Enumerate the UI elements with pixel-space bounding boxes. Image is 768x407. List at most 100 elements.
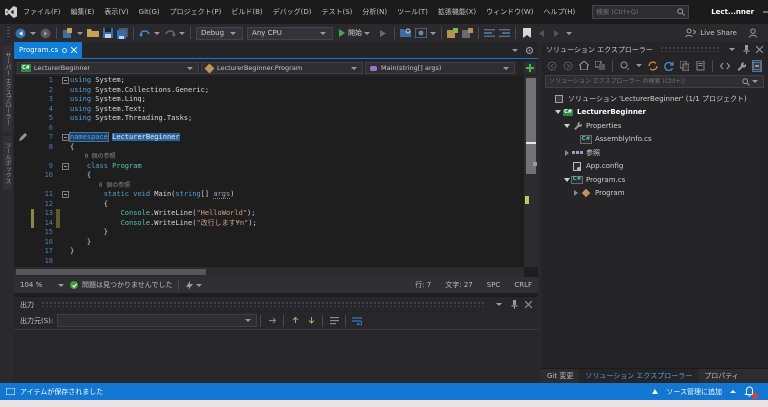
screenshot-dropdown-icon[interactable] bbox=[430, 31, 437, 35]
undo-icon[interactable] bbox=[138, 27, 151, 40]
eol-indicator[interactable]: CRLF bbox=[514, 281, 532, 289]
indent-mode-indicator[interactable]: SPC bbox=[487, 281, 501, 289]
tree-item-4[interactable]: 参照 bbox=[541, 146, 768, 160]
toolbar-grip[interactable] bbox=[7, 27, 10, 39]
output-content[interactable] bbox=[14, 330, 538, 383]
navigate-forward-icon[interactable] bbox=[39, 27, 52, 40]
sync-with-active-document-icon[interactable] bbox=[648, 60, 658, 72]
code-line[interactable]: 16 } bbox=[14, 238, 524, 248]
caret-column-indicator[interactable]: 文字: 27 bbox=[445, 280, 473, 290]
previous-message-icon[interactable] bbox=[289, 315, 301, 327]
menu-item-0[interactable]: ファイル(F) bbox=[18, 0, 66, 24]
horizontal-scrollbar[interactable] bbox=[14, 267, 524, 277]
code-line[interactable]: 13 Console.WriteLine("HelloWorld"); bbox=[14, 209, 524, 219]
new-project-dropdown-icon[interactable] bbox=[77, 31, 83, 35]
menu-item-5[interactable]: ビルド(B) bbox=[226, 0, 267, 24]
menu-item-3[interactable]: Git(G) bbox=[134, 0, 165, 24]
clear-all-icon[interactable] bbox=[328, 315, 340, 327]
code-line[interactable]: 0 個の参照 bbox=[14, 152, 524, 162]
code-line[interactable]: 3 using System.Linq; bbox=[14, 95, 524, 105]
menu-item-10[interactable]: 拡張機能(X) bbox=[433, 0, 481, 24]
filter-dropdown-icon[interactable] bbox=[635, 64, 642, 67]
add-item-button[interactable] bbox=[524, 62, 536, 74]
view-code-icon[interactable] bbox=[719, 60, 730, 72]
tool-tab-bottom-0[interactable]: Git 変更 bbox=[541, 369, 579, 383]
code-line[interactable]: 5 using System.Threading.Tasks; bbox=[14, 114, 524, 124]
start-debugging-button[interactable]: 開始 bbox=[335, 28, 376, 38]
fold-collapse-icon[interactable] bbox=[61, 134, 69, 142]
code-line[interactable]: 6 bbox=[14, 124, 524, 134]
notifications-bell-icon[interactable] bbox=[744, 385, 758, 399]
live-share-icon[interactable] bbox=[684, 27, 697, 40]
se-pin-icon[interactable] bbox=[743, 45, 750, 54]
se-back-icon[interactable] bbox=[547, 60, 557, 72]
menu-item-6[interactable]: デバッグ(D) bbox=[268, 0, 317, 24]
code-line[interactable]: 11 static void Main(string[] args) bbox=[14, 190, 524, 200]
comment-out-icon[interactable] bbox=[483, 27, 496, 40]
code-line[interactable]: 14 Console.WriteLine("改行します¥n"); bbox=[14, 218, 524, 228]
bookmark-dropdown-icon[interactable] bbox=[566, 31, 573, 35]
properties-wrench-icon[interactable] bbox=[736, 60, 746, 72]
output-window-position-icon[interactable] bbox=[496, 303, 502, 306]
code-cleanup-icon[interactable] bbox=[185, 280, 194, 290]
redo-dropdown-icon[interactable] bbox=[179, 31, 185, 35]
feedback-icon[interactable] bbox=[746, 27, 759, 40]
code-cleanup-dropdown-icon[interactable] bbox=[196, 283, 203, 287]
home-icon[interactable] bbox=[579, 60, 589, 72]
se-forward-icon[interactable] bbox=[563, 60, 573, 72]
pin-icon[interactable] bbox=[511, 300, 518, 309]
menu-item-11[interactable]: ウィンドウ(W) bbox=[481, 0, 538, 24]
new-project-icon[interactable] bbox=[61, 27, 74, 40]
show-all-files-icon[interactable] bbox=[695, 60, 705, 72]
attach-icon[interactable] bbox=[461, 27, 474, 40]
tree-item-5[interactable]: App.config bbox=[541, 160, 768, 174]
output-source-dropdown[interactable] bbox=[57, 314, 258, 327]
save-all-icon[interactable] bbox=[116, 27, 129, 40]
type-dropdown[interactable]: LecturerBeginner.Program bbox=[201, 62, 363, 74]
next-bookmark-icon[interactable] bbox=[550, 27, 563, 40]
code-line[interactable]: 17} bbox=[14, 247, 524, 257]
code-line[interactable]: 8{ bbox=[14, 143, 524, 153]
tree-item-2[interactable]: Properties bbox=[541, 119, 768, 133]
menu-item-2[interactable]: 表示(V) bbox=[99, 0, 133, 24]
tree-item-0[interactable]: ソリューション 'LecturerBeginner' (1/1 プロジェクト) bbox=[541, 92, 768, 106]
fold-collapse-icon[interactable] bbox=[61, 162, 69, 170]
save-icon[interactable] bbox=[101, 27, 114, 40]
solution-configurations-dropdown[interactable]: Debug bbox=[196, 26, 244, 40]
code-line[interactable]: 9 class Program bbox=[14, 162, 524, 172]
code-line[interactable]: 2 using System.Collections.Generic; bbox=[14, 86, 524, 96]
code-line[interactable]: 7 namespace LecturerBeginner bbox=[14, 132, 524, 143]
tab-program-cs[interactable]: Program.cs bbox=[14, 42, 83, 58]
hot-reload-icon[interactable] bbox=[377, 27, 390, 40]
output-close-icon[interactable] bbox=[525, 301, 532, 308]
code-line[interactable]: 1 using System; bbox=[14, 76, 524, 86]
code-line[interactable]: 12 { bbox=[14, 200, 524, 210]
tree-item-6[interactable]: C# Program.cs bbox=[541, 173, 768, 187]
word-wrap-icon[interactable] bbox=[351, 315, 363, 327]
undo-dropdown-icon[interactable] bbox=[154, 31, 160, 35]
window-options-icon[interactable] bbox=[525, 46, 534, 55]
next-message-icon[interactable] bbox=[305, 315, 317, 327]
menu-item-8[interactable]: 分析(N) bbox=[357, 0, 392, 24]
tab-close-icon[interactable] bbox=[71, 47, 78, 53]
search-input[interactable] bbox=[596, 8, 678, 16]
previous-bookmark-icon[interactable] bbox=[535, 27, 548, 40]
se-search-input[interactable] bbox=[549, 78, 742, 85]
solution-explorer-search-box[interactable] bbox=[545, 75, 764, 88]
menu-item-7[interactable]: テスト(S) bbox=[316, 0, 357, 24]
code-line[interactable]: 15 } bbox=[14, 228, 524, 238]
collapse-all-button[interactable] bbox=[751, 59, 763, 72]
redo-icon[interactable] bbox=[163, 27, 176, 40]
open-folder-icon[interactable] bbox=[86, 27, 99, 40]
solution-platforms-dropdown[interactable]: Any CPU bbox=[247, 26, 334, 40]
code-line[interactable]: 10 { bbox=[14, 171, 524, 181]
find-in-files-icon[interactable] bbox=[399, 27, 412, 40]
tree-item-1[interactable]: C# LecturerBeginner bbox=[541, 106, 768, 120]
tool-tab-bottom-2[interactable]: プロパティ bbox=[698, 369, 745, 383]
pending-changes-filter-icon[interactable] bbox=[620, 60, 630, 72]
refresh-icon[interactable] bbox=[663, 60, 674, 72]
solution-explorer-title-bar[interactable]: ソリューション エクスプローラー bbox=[541, 42, 768, 57]
uncomment-icon[interactable] bbox=[498, 27, 511, 40]
zoom-dropdown[interactable]: 104 % bbox=[20, 281, 66, 289]
scrollbar-thumb[interactable] bbox=[526, 78, 536, 174]
